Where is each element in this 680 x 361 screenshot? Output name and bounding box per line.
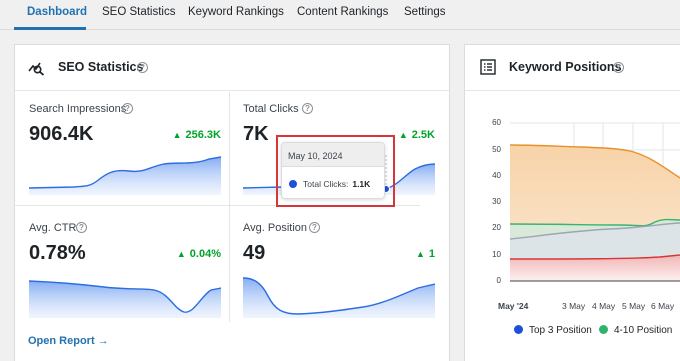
y-tick-label: 50: [492, 145, 501, 154]
y-tick-label: 60: [492, 118, 501, 127]
metric-value: 906.4K: [29, 123, 94, 145]
metric-search-impressions: Search Impressions ? 906.4K ▲ 256.3K: [29, 103, 229, 215]
metric-value: 0.78%: [29, 242, 86, 264]
metric-change: ▲ 256.3K: [172, 129, 221, 141]
metrics-vertical-divider: [229, 92, 230, 322]
help-icon[interactable]: ?: [122, 103, 133, 114]
help-icon[interactable]: ?: [137, 62, 148, 73]
tab-dashboard[interactable]: Dashboard: [27, 6, 87, 18]
metric-avg-position: Avg. Position ? 49 ▲ 1: [243, 222, 443, 334]
tooltip-highlight-box: [276, 135, 395, 207]
y-tick-label: 20: [492, 223, 501, 232]
tab-content-rankings[interactable]: Content Rankings: [297, 6, 388, 18]
metric-value: 49: [243, 242, 266, 264]
seo-panel-title: SEO Statistics: [58, 60, 144, 74]
x-tick-label: 3 May: [562, 301, 586, 311]
x-tick-label: May '24: [498, 301, 529, 311]
help-icon[interactable]: ?: [613, 62, 624, 73]
metric-label: Total Clicks: [243, 103, 299, 115]
keyword-positions-chart: [510, 122, 680, 282]
metric-change: ▲ 0.04%: [176, 248, 221, 260]
metric-change: ▲ 1: [415, 248, 435, 260]
y-tick-label: 30: [492, 197, 501, 206]
up-arrow-icon: ▲: [415, 249, 425, 259]
tab-keyword-rankings[interactable]: Keyword Rankings: [188, 6, 284, 18]
impressions-sparkline: [29, 156, 221, 195]
top-tab-bar: Dashboard SEO Statistics Keyword Ranking…: [0, 0, 680, 30]
keyword-panel-title: Keyword Positions: [509, 60, 622, 74]
seo-panel-header: SEO Statistics ?: [15, 45, 449, 91]
up-arrow-icon: ▲: [398, 130, 408, 140]
metric-change: ▲ 2.5K: [398, 129, 435, 141]
tab-settings[interactable]: Settings: [404, 6, 446, 18]
tab-seo-statistics[interactable]: SEO Statistics: [102, 6, 176, 18]
help-icon[interactable]: ?: [309, 222, 320, 233]
up-arrow-icon: ▲: [172, 130, 182, 140]
keyword-panel-header: Keyword Positions ?: [465, 45, 680, 91]
legend-dot-icon: [514, 325, 523, 334]
y-tick-label: 0: [496, 276, 501, 285]
metric-label: Avg. CTR: [29, 222, 77, 234]
legend-dot-icon: [599, 325, 608, 334]
y-tick-label: 10: [492, 250, 501, 259]
x-tick-label: 5 May: [622, 301, 646, 311]
seo-statistics-icon: [28, 60, 46, 81]
metric-value: 7K: [243, 123, 269, 145]
active-tab-indicator: [14, 27, 86, 30]
up-arrow-icon: ▲: [176, 249, 186, 259]
legend-item-4-10[interactable]: 4-10 Position: [599, 325, 672, 336]
open-report-link[interactable]: Open Report →: [28, 335, 109, 347]
help-icon[interactable]: ?: [76, 222, 87, 233]
legend-item-top-3[interactable]: Top 3 Position: [514, 325, 592, 336]
x-tick-label: 6 May: [651, 301, 675, 311]
list-icon: [480, 59, 496, 80]
metric-label: Search Impressions: [29, 103, 127, 115]
x-tick-label: 4 May: [592, 301, 616, 311]
ctr-sparkline: [29, 280, 221, 318]
position-sparkline: [243, 277, 435, 318]
metric-avg-ctr: Avg. CTR ? 0.78% ▲ 0.04%: [29, 222, 229, 334]
y-tick-label: 40: [492, 171, 501, 180]
metric-label: Avg. Position: [243, 222, 308, 234]
help-icon[interactable]: ?: [302, 103, 313, 114]
